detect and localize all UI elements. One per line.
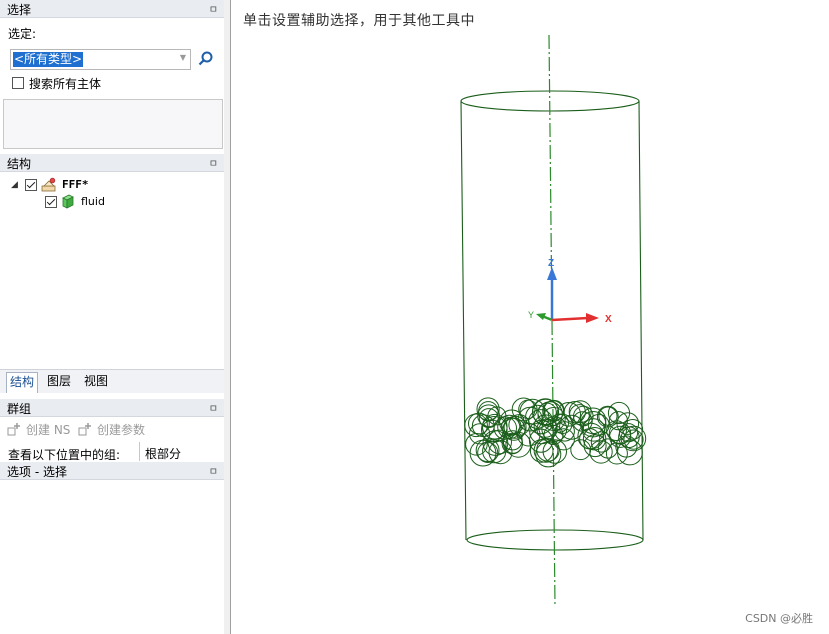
groups-panel-title: 群组 <box>7 402 32 416</box>
options-panel-header: 选项 - 选择 ㅁ <box>0 462 224 480</box>
groups-panel-header: 群组 ㅁ <box>0 399 224 417</box>
select-type-value: <所有类型> <box>13 52 84 67</box>
tree-expand-icon[interactable]: ◢ <box>11 180 18 190</box>
particle-bed <box>464 397 647 468</box>
search-icon <box>198 51 213 66</box>
cylinder-wireframe <box>460 90 644 551</box>
tab-structure[interactable]: 结构 <box>6 372 39 393</box>
search-all-bodies-label: 搜索所有主体 <box>29 77 102 91</box>
view-groups-label: 查看以下位置中的组: <box>8 448 121 461</box>
search-all-bodies-checkbox[interactable] <box>12 77 24 89</box>
structure-panel-title: 结构 <box>7 157 32 171</box>
create-ns-icon <box>7 423 20 436</box>
tree-checkbox-fff[interactable] <box>25 179 37 191</box>
axis-x-label: X <box>605 314 612 325</box>
tree-item-fff[interactable]: FFF* <box>62 178 89 191</box>
view-groups-dropdown[interactable]: 根部分 <box>139 442 224 461</box>
particle <box>596 405 619 428</box>
structure-panel-header: 结构 ㅁ <box>0 154 224 172</box>
select-label: 选定: <box>8 27 37 41</box>
create-parameter-icon <box>78 423 91 436</box>
body-icon <box>62 194 74 209</box>
x-axis-head <box>586 313 599 323</box>
axis-z-label: Z <box>548 258 554 269</box>
options-panel-title: 选项 - 选择 <box>7 465 67 479</box>
tab-layers[interactable]: 图层 <box>44 372 74 393</box>
view-groups-row: 查看以下位置中的组: 根部分 <box>0 441 224 461</box>
pin-icon[interactable]: ㅁ <box>209 1 218 16</box>
axis-y-label: Y <box>528 310 534 320</box>
create-ns-button[interactable]: 创建 NS <box>26 421 70 438</box>
selection-results-list[interactable] <box>3 99 223 149</box>
tree-checkbox-fluid[interactable] <box>45 196 57 208</box>
selection-panel-header: 选择 ㅁ <box>0 0 224 18</box>
selection-panel-title: 选择 <box>7 3 32 17</box>
x-axis-arrow <box>551 316 589 322</box>
view-groups-value: 根部分 <box>145 447 182 461</box>
tab-views[interactable]: 视图 <box>81 372 111 393</box>
viewport-hint: 单击设置辅助选择，用于其他工具中 <box>243 13 475 29</box>
pin-icon[interactable]: ㅁ <box>209 155 218 170</box>
watermark: CSDN @必胜 <box>745 612 813 625</box>
3d-viewport[interactable]: Z X Y <box>231 0 829 634</box>
coordinate-triad: Z X Y <box>528 258 612 325</box>
tree-item-fluid[interactable]: fluid <box>81 195 105 208</box>
select-type-dropdown[interactable]: <所有类型> ▼ <box>10 49 191 70</box>
y-axis-head <box>536 313 546 320</box>
chevron-down-icon[interactable]: ▼ <box>180 53 186 62</box>
assembly-icon <box>41 177 56 192</box>
pin-icon[interactable]: ㅁ <box>209 400 218 415</box>
pin-icon[interactable]: ㅁ <box>209 463 218 478</box>
left-panel: 选择 ㅁ 选定: <所有类型> ▼ 搜索所有主体 结构 ㅁ ◢ FFF* flu… <box>0 0 224 634</box>
create-parameter-button[interactable]: 创建参数 <box>97 421 145 438</box>
search-button[interactable] <box>197 50 215 68</box>
panel-tab-strip: 结构 图层 视图 <box>0 369 224 393</box>
